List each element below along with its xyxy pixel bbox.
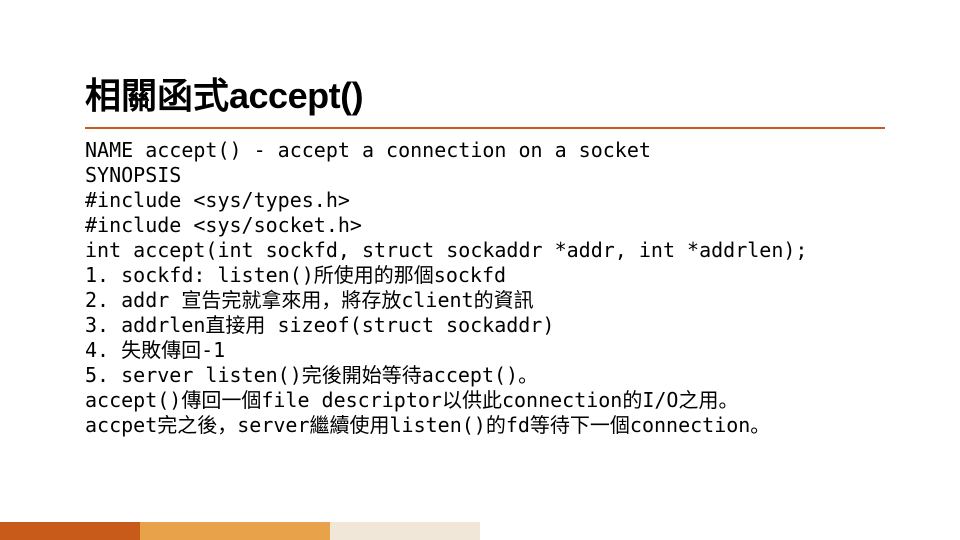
list-item: 1. sockfd: listen()所使用的那個sockfd xyxy=(85,263,885,288)
synopsis-label: SYNOPSIS xyxy=(85,163,885,188)
bar-segment-2 xyxy=(140,522,330,540)
paragraph-line: accpet完之後，server繼續使用listen()的fd等待下一個conn… xyxy=(85,413,885,438)
list-item: 4. 失敗傳回-1 xyxy=(85,338,885,363)
include-line-1: #include <sys/types.h> xyxy=(85,188,885,213)
title-underline xyxy=(85,127,885,129)
slide: 相關函式accept() NAME accept() - accept a co… xyxy=(0,0,960,540)
slide-body: NAME accept() - accept a connection on a… xyxy=(85,138,885,438)
list-item: 3. addrlen直接用 sizeof(struct sockaddr) xyxy=(85,313,885,338)
bottom-accent-bar xyxy=(0,522,960,540)
title-latin: accept() xyxy=(229,75,363,116)
prototype-line: int accept(int sockfd, struct sockaddr *… xyxy=(85,238,885,263)
include-line-2: #include <sys/socket.h> xyxy=(85,213,885,238)
bar-segment-3 xyxy=(330,522,480,540)
list-item: 5. server listen()完後開始等待accept()。 xyxy=(85,363,885,388)
bar-segment-1 xyxy=(0,522,140,540)
paragraph-line: accept()傳回一個file descriptor以供此connection… xyxy=(85,388,885,413)
slide-title: 相關函式accept() xyxy=(85,78,363,114)
name-line: NAME accept() - accept a connection on a… xyxy=(85,138,885,163)
param-list: 1. sockfd: listen()所使用的那個sockfd 2. addr … xyxy=(85,263,885,388)
title-cjk: 相關函式 xyxy=(85,76,229,116)
list-item: 2. addr 宣告完就拿來用，將存放client的資訊 xyxy=(85,288,885,313)
